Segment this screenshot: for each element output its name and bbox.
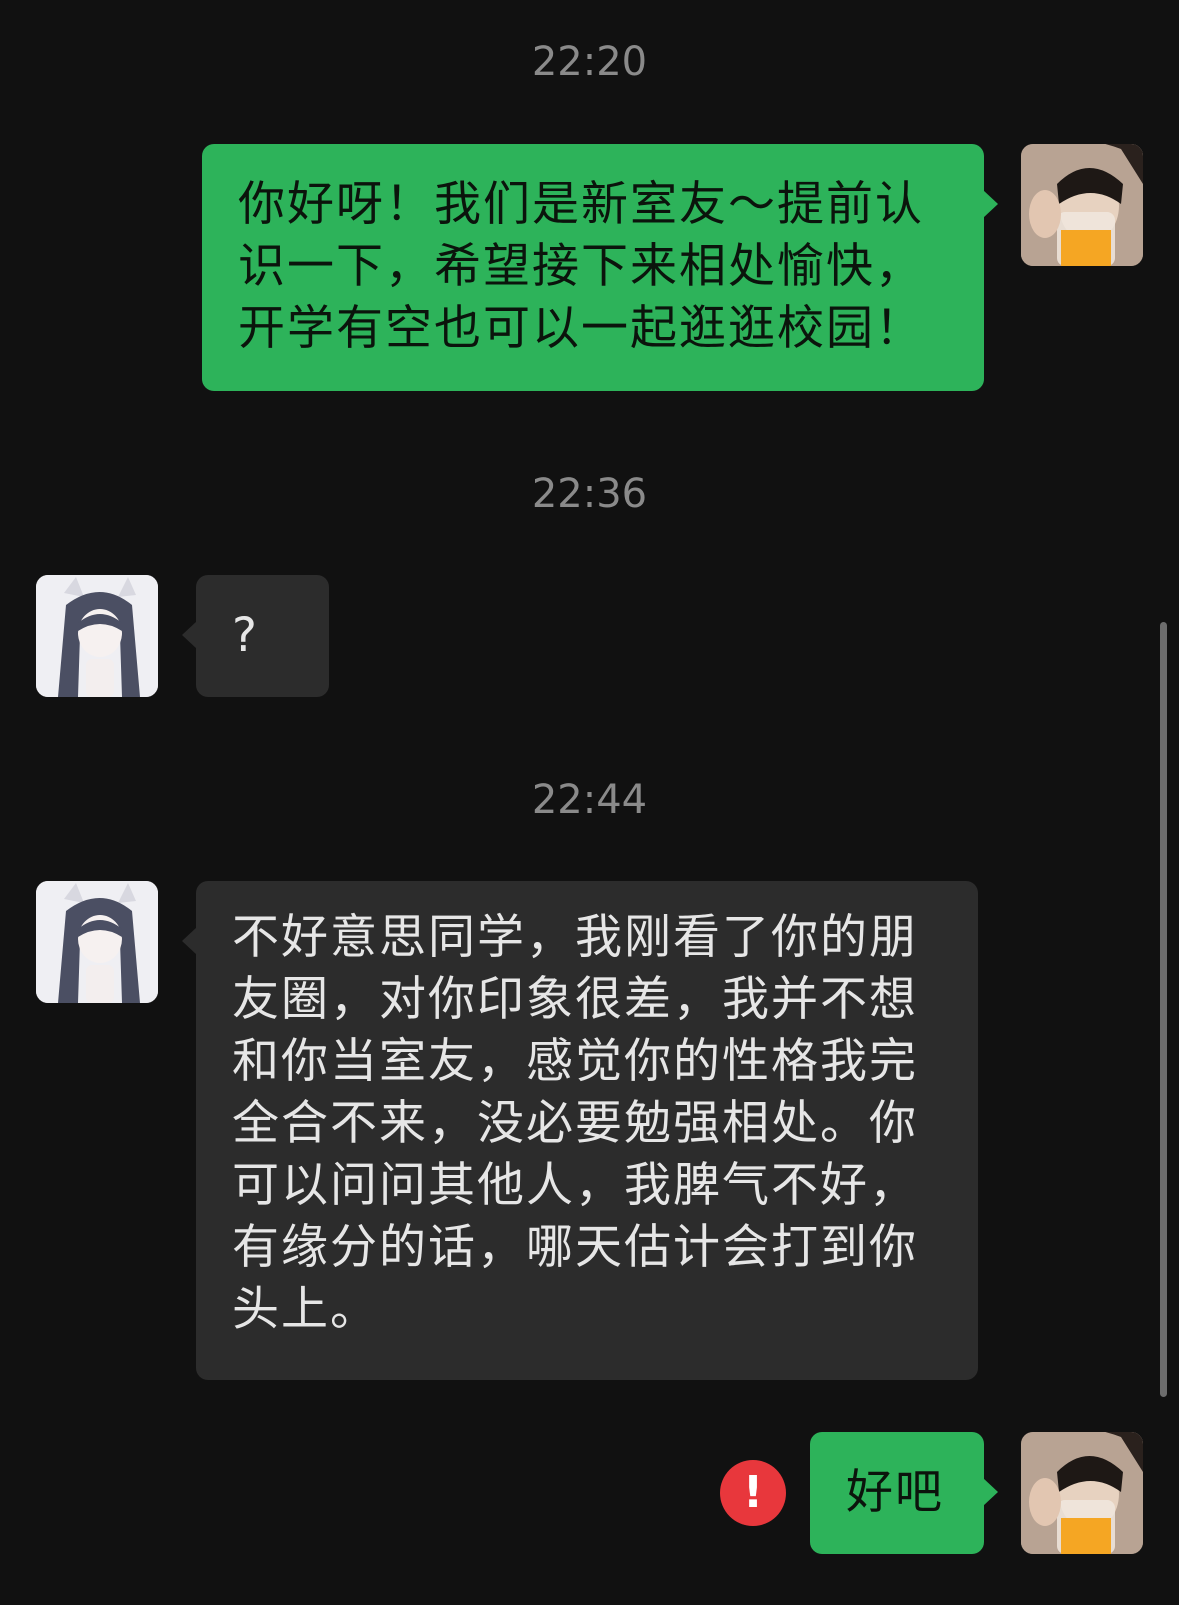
- bubble-tail: [182, 621, 197, 649]
- self-avatar[interactable]: [1021, 144, 1143, 266]
- message-text: 不好意思同学，我刚看了你的朋友圈，对你印象很差，我并不想和你当室友，感觉你的性格…: [232, 910, 918, 1337]
- bubble-tail: [182, 927, 197, 955]
- scrollbar[interactable]: [1160, 622, 1167, 1397]
- message-bubble-outgoing[interactable]: 好吧: [810, 1432, 998, 1554]
- message-bubble-incoming[interactable]: 不好意思同学，我刚看了你的朋友圈，对你印象很差，我并不想和你当室友，感觉你的性格…: [182, 881, 978, 1380]
- message-bubble-outgoing[interactable]: 你好呀！我们是新室友～提前认识一下，希望接下来相处愉快，开学有空也可以一起逛逛校…: [202, 144, 998, 391]
- bubble-tail: [983, 1478, 998, 1506]
- timestamp: 22:44: [531, 777, 648, 823]
- contact-avatar-anime-icon: [36, 575, 158, 697]
- message-bubble-incoming[interactable]: ?: [182, 575, 329, 697]
- self-avatar[interactable]: [1021, 1432, 1143, 1554]
- message-text: 你好呀！我们是新室友～提前认识一下，希望接下来相处愉快，开学有空也可以一起逛逛校…: [238, 177, 924, 356]
- chat-view[interactable]: 22:20 你好呀！我们是新室友～提前认识一下，希望接下来相处愉快，开学有空也可…: [0, 0, 1179, 1605]
- contact-avatar[interactable]: [36, 881, 158, 1003]
- bubble-tail: [983, 190, 998, 218]
- timestamp: 22:20: [531, 39, 648, 85]
- message-text: ?: [232, 608, 259, 663]
- send-failed-icon[interactable]: !: [720, 1460, 786, 1526]
- contact-avatar-anime-icon: [36, 881, 158, 1003]
- contact-avatar[interactable]: [36, 575, 158, 697]
- message-text: 好吧: [846, 1465, 944, 1520]
- self-avatar-photo-icon: [1021, 1432, 1143, 1554]
- timestamp: 22:36: [531, 471, 648, 517]
- self-avatar-photo-icon: [1021, 144, 1143, 266]
